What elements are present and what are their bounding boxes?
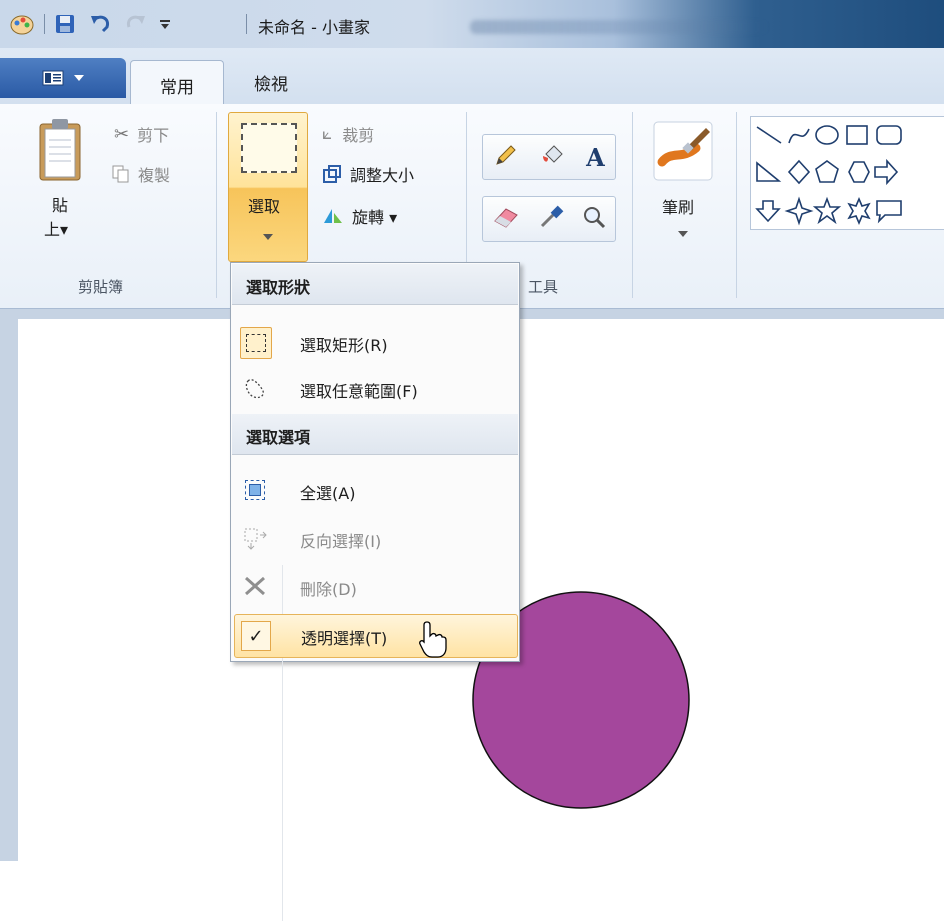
resize-icon	[323, 165, 341, 183]
menu-item-invert-selection[interactable]: 反向選擇(I)	[232, 514, 518, 562]
chevron-down-icon	[263, 234, 273, 240]
menu-header-select-shapes: 選取形狀	[232, 264, 518, 305]
title-bar: 未命名 - 小畫家	[0, 0, 944, 48]
undo-icon[interactable]	[90, 12, 112, 36]
select-button[interactable]: 選取	[228, 112, 308, 262]
menu-item-transparent-selection[interactable]: ✓ 透明選擇(T)	[234, 614, 518, 658]
customize-qat-icon[interactable]	[156, 12, 174, 36]
copy-label: 複製	[138, 166, 171, 185]
group-separator	[632, 112, 633, 298]
magnifier-icon[interactable]	[582, 205, 606, 233]
free-form-selection-label: 選取任意範圍(F)	[300, 382, 418, 401]
rectangular-selection-label: 選取矩形(R)	[300, 336, 388, 355]
transparent-selection-label: 透明選擇(T)	[301, 629, 388, 648]
menu-item-select-all[interactable]: 全選(A)	[232, 466, 518, 514]
checkmark-icon: ✓	[241, 621, 271, 651]
brushes-label: 筆刷	[662, 198, 695, 217]
cut-label: 剪下	[137, 126, 170, 145]
title-separator	[246, 14, 247, 34]
paste-button[interactable]	[38, 118, 82, 188]
crop-icon: ⟀	[322, 124, 333, 144]
select-all-label: 全選(A)	[300, 484, 356, 503]
paint-menu-button[interactable]	[0, 58, 126, 98]
crop-button[interactable]: ⟀ 裁剪	[322, 122, 374, 146]
delete-label: 刪除(D)	[300, 580, 357, 599]
menu-item-delete[interactable]: 刪除(D)	[232, 562, 518, 610]
eraser-icon[interactable]	[492, 205, 520, 233]
group-separator	[736, 112, 737, 298]
brush-icon	[653, 121, 713, 181]
select-shapes-header-text: 選取形狀	[246, 278, 311, 297]
selection-options-header-text: 選取選項	[246, 428, 311, 447]
redo-icon[interactable]	[124, 12, 146, 36]
rectangle-selection-icon	[240, 327, 272, 359]
color-picker-icon[interactable]	[538, 204, 564, 234]
tab-view[interactable]: 檢視	[236, 62, 306, 102]
paste-label-top[interactable]: 貼	[52, 192, 68, 216]
tab-home[interactable]: 常用	[130, 60, 224, 109]
brushes-button[interactable]: 筆刷	[648, 118, 720, 248]
menu-header-selection-options: 選取選項	[232, 414, 518, 455]
invert-selection-icon	[240, 523, 270, 553]
fill-bucket-icon[interactable]	[540, 142, 566, 172]
copy-button[interactable]: 複製	[112, 162, 170, 186]
tools-row-1: A	[482, 134, 616, 180]
menu-item-rectangular-selection[interactable]: 選取矩形(R)	[232, 318, 518, 366]
invert-selection-label: 反向選擇(I)	[300, 532, 382, 551]
save-icon[interactable]	[54, 12, 76, 36]
paste-label-bottom[interactable]: 上▾	[44, 216, 68, 240]
shapes-icons	[755, 125, 902, 226]
rotate-icon	[324, 209, 342, 223]
tools-row-2	[482, 196, 616, 242]
select-dropdown-menu: 選取形狀 選取矩形(R) 選取任意範圍(F) 選取選項 全選(A) 反向選擇(I…	[230, 262, 520, 921]
chevron-down-icon	[678, 231, 688, 237]
select-label: 選取	[248, 197, 281, 216]
copy-icon	[112, 165, 129, 183]
delete-x-icon	[240, 571, 270, 601]
shapes-gallery[interactable]	[750, 116, 944, 230]
paint-app-icon[interactable]	[10, 12, 34, 36]
pencil-icon[interactable]	[493, 142, 519, 172]
paint-menu-icon	[42, 70, 64, 86]
cut-button[interactable]: ✂ 剪下	[114, 122, 169, 146]
clipboard-group-label: 剪貼簿	[78, 278, 124, 296]
chevron-down-icon	[74, 75, 84, 81]
window-title: 未命名 - 小畫家	[258, 18, 370, 37]
crop-label: 裁剪	[342, 126, 375, 145]
blurred-title-region	[470, 20, 770, 34]
clipboard-icon	[39, 119, 81, 181]
rotate-label: 旋轉 ▾	[352, 208, 398, 227]
qat-separator	[44, 14, 45, 34]
mouse-pointer-icon	[419, 621, 447, 658]
select-rectangle-icon	[241, 123, 297, 173]
select-all-icon	[240, 475, 270, 505]
resize-label: 調整大小	[350, 166, 415, 185]
free-form-selection-icon	[240, 373, 270, 403]
rotate-button[interactable]: 旋轉 ▾	[322, 204, 397, 228]
scissors-icon: ✂	[114, 123, 130, 145]
group-separator	[216, 112, 217, 298]
resize-button[interactable]: 調整大小	[322, 162, 414, 186]
text-tool-icon[interactable]: A	[586, 143, 605, 172]
menu-item-free-form-selection[interactable]: 選取任意範圍(F)	[232, 364, 518, 412]
tools-group-label: 工具	[528, 278, 559, 296]
